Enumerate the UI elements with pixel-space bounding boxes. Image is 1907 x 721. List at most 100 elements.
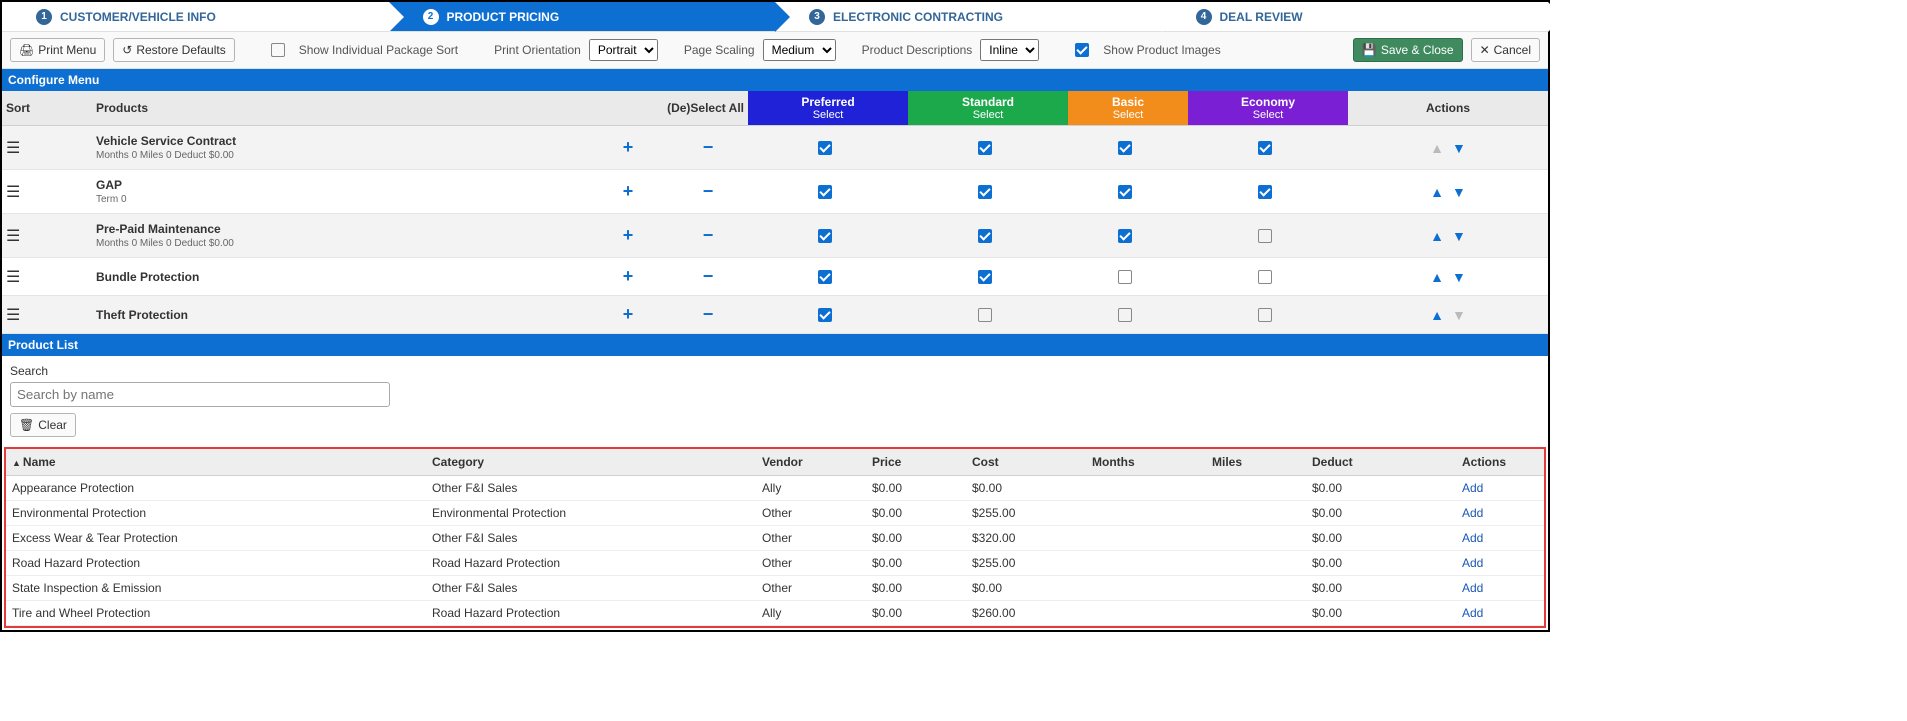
restore-defaults-button[interactable]: ↺Restore Defaults xyxy=(113,38,234,62)
step-electronic-contracting[interactable]: 3ELECTRONIC CONTRACTING xyxy=(775,2,1162,31)
tier-checkbox[interactable] xyxy=(1258,141,1272,155)
tier-checkbox[interactable] xyxy=(1258,270,1272,284)
select-all-row[interactable]: + xyxy=(588,296,668,334)
tier-checkbox[interactable] xyxy=(818,308,832,322)
cell-standard xyxy=(908,170,1068,214)
col-deselect-all[interactable]: (De)Select All xyxy=(588,91,748,126)
tier-checkbox[interactable] xyxy=(978,229,992,243)
cell-category: Other F&I Sales xyxy=(426,476,756,501)
pl-col-miles[interactable]: Miles xyxy=(1206,449,1306,476)
tier-economy[interactable]: EconomySelect xyxy=(1188,91,1348,126)
search-input[interactable] xyxy=(10,382,390,407)
tier-standard[interactable]: StandardSelect xyxy=(908,91,1068,126)
product-cell: Pre-Paid MaintenanceMonths 0 Miles 0 Ded… xyxy=(92,214,588,258)
cell-preferred xyxy=(748,258,908,296)
cell-months xyxy=(1086,551,1206,576)
drag-handle[interactable]: ☰ xyxy=(2,126,92,170)
cell-name: Road Hazard Protection xyxy=(6,551,426,576)
deselect-all-row[interactable]: − xyxy=(668,214,748,258)
tier-checkbox[interactable] xyxy=(1258,185,1272,199)
toolbar: 🖨Print Menu ↺Restore Defaults Show Indiv… xyxy=(2,32,1548,69)
move-down-icon[interactable]: ▼ xyxy=(1448,184,1470,200)
tier-checkbox[interactable] xyxy=(978,185,992,199)
move-down-icon[interactable]: ▼ xyxy=(1448,140,1470,156)
move-down-icon[interactable]: ▼ xyxy=(1448,269,1470,285)
drag-handle[interactable]: ☰ xyxy=(2,258,92,296)
select-all-row[interactable]: + xyxy=(588,170,668,214)
deselect-all-row[interactable]: − xyxy=(668,258,748,296)
cell-basic xyxy=(1068,126,1188,170)
cell-vendor: Other xyxy=(756,576,866,601)
cell-months xyxy=(1086,526,1206,551)
deselect-all-row[interactable]: − xyxy=(668,296,748,334)
cell-vendor: Ally xyxy=(756,476,866,501)
print-orientation-select[interactable]: Portrait xyxy=(589,39,658,61)
show-individual-checkbox[interactable] xyxy=(271,43,285,57)
tier-checkbox[interactable] xyxy=(818,270,832,284)
plus-icon: + xyxy=(623,225,634,246)
move-down-icon[interactable]: ▼ xyxy=(1448,307,1470,323)
add-link[interactable]: Add xyxy=(1456,576,1544,601)
tier-checkbox[interactable] xyxy=(1258,308,1272,322)
product-desc-select[interactable]: Inline xyxy=(980,39,1039,61)
step-customer-vehicle[interactable]: 1CUSTOMER/VEHICLE INFO xyxy=(2,2,389,31)
move-up-icon[interactable]: ▲ xyxy=(1426,140,1448,156)
move-up-icon[interactable]: ▲ xyxy=(1426,307,1448,323)
move-down-icon[interactable]: ▼ xyxy=(1448,228,1470,244)
pl-col-name[interactable]: ▲Name xyxy=(6,449,426,476)
clear-button[interactable]: 🗑Clear xyxy=(10,413,76,437)
row-actions: ▲▼ xyxy=(1348,170,1548,214)
show-images-checkbox[interactable] xyxy=(1075,43,1089,57)
drag-handle[interactable]: ☰ xyxy=(2,214,92,258)
add-link[interactable]: Add xyxy=(1456,501,1544,526)
tier-basic[interactable]: BasicSelect xyxy=(1068,91,1188,126)
table-row: Road Hazard ProtectionRoad Hazard Protec… xyxy=(6,551,1544,576)
move-up-icon[interactable]: ▲ xyxy=(1426,269,1448,285)
page-scaling-select[interactable]: Medium xyxy=(763,39,836,61)
select-all-row[interactable]: + xyxy=(588,126,668,170)
drag-handle[interactable]: ☰ xyxy=(2,296,92,334)
pl-col-cost[interactable]: Cost xyxy=(966,449,1086,476)
print-menu-button[interactable]: 🖨Print Menu xyxy=(10,38,105,62)
pl-col-months[interactable]: Months xyxy=(1086,449,1206,476)
tier-checkbox[interactable] xyxy=(1118,270,1132,284)
deselect-all-row[interactable]: − xyxy=(668,170,748,214)
tier-checkbox[interactable] xyxy=(1118,308,1132,322)
tier-checkbox[interactable] xyxy=(1118,141,1132,155)
pl-col-category[interactable]: Category xyxy=(426,449,756,476)
pl-col-deduct[interactable]: Deduct xyxy=(1306,449,1456,476)
select-all-row[interactable]: + xyxy=(588,214,668,258)
cell-name: State Inspection & Emission xyxy=(6,576,426,601)
cell-deduct: $0.00 xyxy=(1306,476,1456,501)
move-up-icon[interactable]: ▲ xyxy=(1426,228,1448,244)
drag-handle[interactable]: ☰ xyxy=(2,170,92,214)
cell-basic xyxy=(1068,296,1188,334)
move-up-icon[interactable]: ▲ xyxy=(1426,184,1448,200)
add-link[interactable]: Add xyxy=(1456,551,1544,576)
tier-checkbox[interactable] xyxy=(818,229,832,243)
add-link[interactable]: Add xyxy=(1456,476,1544,501)
tier-checkbox[interactable] xyxy=(978,141,992,155)
tier-checkbox[interactable] xyxy=(978,308,992,322)
pl-col-price[interactable]: Price xyxy=(866,449,966,476)
deselect-all-row[interactable]: − xyxy=(668,126,748,170)
minus-icon: − xyxy=(703,137,714,158)
tier-checkbox[interactable] xyxy=(1118,185,1132,199)
add-link[interactable]: Add xyxy=(1456,601,1544,626)
tier-checkbox[interactable] xyxy=(1258,229,1272,243)
tier-checkbox[interactable] xyxy=(1118,229,1132,243)
tier-checkbox[interactable] xyxy=(818,185,832,199)
pl-col-vendor[interactable]: Vendor xyxy=(756,449,866,476)
minus-icon: − xyxy=(703,181,714,202)
save-close-button[interactable]: 💾Save & Close xyxy=(1353,38,1463,62)
tier-preferred[interactable]: PreferredSelect xyxy=(748,91,908,126)
tier-checkbox[interactable] xyxy=(978,270,992,284)
tier-checkbox[interactable] xyxy=(818,141,832,155)
cancel-button[interactable]: ✕Cancel xyxy=(1471,38,1540,62)
step-label: CUSTOMER/VEHICLE INFO xyxy=(60,10,216,24)
select-all-row[interactable]: + xyxy=(588,258,668,296)
step-product-pricing[interactable]: 2PRODUCT PRICING xyxy=(389,2,776,31)
step-deal-review[interactable]: 4DEAL REVIEW xyxy=(1162,2,1549,31)
table-row: Environmental ProtectionEnvironmental Pr… xyxy=(6,501,1544,526)
add-link[interactable]: Add xyxy=(1456,526,1544,551)
